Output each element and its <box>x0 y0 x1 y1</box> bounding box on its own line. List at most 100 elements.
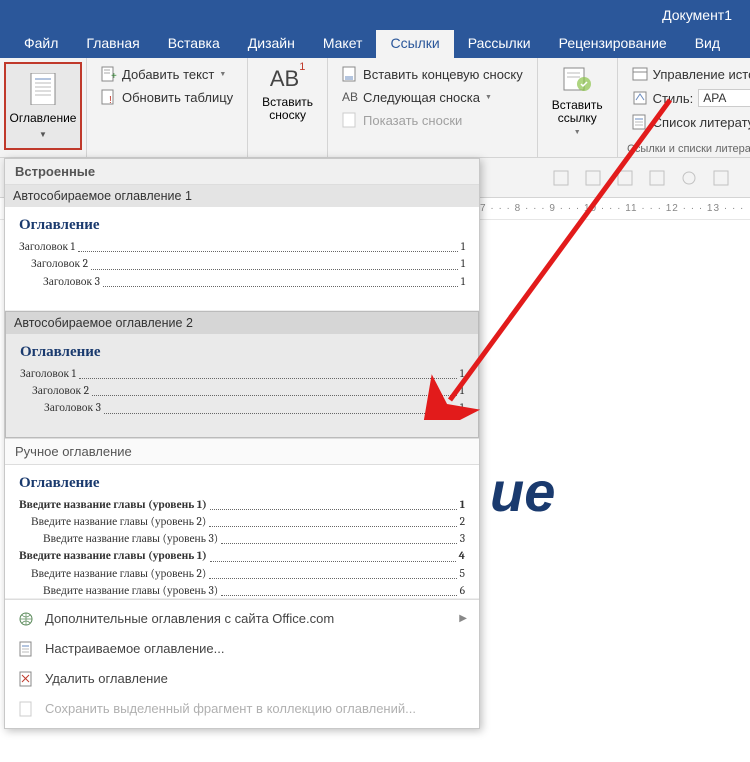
preview-line: Введите название главы (уровень 3)3 <box>19 530 465 547</box>
tab-макет[interactable]: Макет <box>309 30 377 58</box>
chevron-right-icon: ▶ <box>459 613 467 624</box>
preview-line: Заголовок 21 <box>20 382 464 399</box>
more-from-office-label: Дополнительные оглавления с сайта Office… <box>45 611 334 626</box>
qat-icon-1[interactable] <box>552 169 570 187</box>
more-from-office-item[interactable]: Дополнительные оглавления с сайта Office… <box>5 604 479 634</box>
preview-title: Оглавление <box>19 473 465 492</box>
toc-button[interactable]: Оглавление ▼ <box>4 62 82 150</box>
show-notes-icon <box>342 112 358 128</box>
style-label: Стиль: <box>653 91 694 106</box>
next-footnote-button[interactable]: AB Следующая сноска ▼ <box>338 87 527 107</box>
titlebar: Документ1 <box>0 0 750 30</box>
chevron-down-icon: ▼ <box>39 130 47 139</box>
preview-line: Введите название главы (уровень 3)6 <box>19 582 465 599</box>
remove-icon <box>17 670 35 688</box>
custom-toc-label: Настраиваемое оглавление... <box>45 641 224 656</box>
endnote-icon <box>342 66 358 82</box>
insert-link-label: Вставить ссылку <box>552 99 603 125</box>
show-notes-label: Показать сноски <box>363 113 462 128</box>
manage-sources-button[interactable]: Управление источ <box>628 64 750 84</box>
footnote-icon: AB1 <box>270 66 305 92</box>
preview-line: Введите название главы (уровень 1)1 <box>19 496 465 513</box>
toc-gallery-item-manual[interactable]: Оглавление Введите название главы (урове… <box>5 465 479 599</box>
qat-icon-6[interactable] <box>712 169 730 187</box>
insert-endnote-button[interactable]: Вставить концевую сноску <box>338 64 527 84</box>
toc-button-label: Оглавление <box>10 112 77 125</box>
tab-рассылки[interactable]: Рассылки <box>454 30 545 58</box>
ribbon-tabs: ФайлГлавнаяВставкаДизайнМакетСсылкиРассы… <box>0 30 750 58</box>
preview-line: Введите название главы (уровень 2)2 <box>19 513 465 530</box>
insert-footnote-label: Вставить сноску <box>262 96 313 122</box>
tab-рецензирование[interactable]: Рецензирование <box>545 30 681 58</box>
tab-файл[interactable]: Файл <box>10 30 72 58</box>
remove-toc-item[interactable]: Удалить оглавление <box>5 664 479 694</box>
insert-endnote-label: Вставить концевую сноску <box>363 67 523 82</box>
document-text-fragment: ие <box>480 459 555 524</box>
svg-text:!: ! <box>109 95 112 105</box>
update-table-button[interactable]: ! Обновить таблицу <box>97 87 237 107</box>
style-icon <box>632 90 648 106</box>
ribbon-group-label: Ссылки и списки литературы <box>624 141 750 155</box>
preview-line: Введите название главы (уровень 1)4 <box>19 547 465 564</box>
update-table-label: Обновить таблицу <box>122 90 233 105</box>
preview-lines-auto1: Заголовок 11Заголовок 21Заголовок 31 <box>19 238 465 290</box>
add-text-icon: + <box>101 66 117 82</box>
chevron-down-icon: ▼ <box>219 71 226 78</box>
document-area[interactable]: ие <box>480 220 750 762</box>
bibliography-icon <box>632 114 648 130</box>
document-icon <box>17 640 35 658</box>
dropdown-menu: Дополнительные оглавления с сайта Office… <box>5 599 479 728</box>
toc-dropdown: Встроенные Автособираемое оглавление 1 О… <box>4 158 480 729</box>
qat-icon-5[interactable] <box>680 169 698 187</box>
toc-icon <box>29 73 57 108</box>
ribbon: Оглавление ▼ + Добавить текст ▼ ! Обнови… <box>0 58 750 158</box>
bibliography-label: Список литературы <box>653 115 750 130</box>
add-text-button[interactable]: + Добавить текст ▼ <box>97 64 237 84</box>
tab-ссылки[interactable]: Ссылки <box>376 30 453 58</box>
svg-text:+: + <box>111 71 117 82</box>
preview-lines-auto2: Заголовок 11Заголовок 21Заголовок 31 <box>20 365 464 417</box>
update-table-icon: ! <box>101 89 117 105</box>
preview-line: Заголовок 11 <box>20 365 464 382</box>
chevron-down-icon: ▼ <box>574 129 581 136</box>
globe-icon <box>17 610 35 628</box>
tab-дизайн[interactable]: Дизайн <box>234 30 309 58</box>
preview-line: Введите название главы (уровень 2)5 <box>19 565 465 582</box>
preview-line: Заголовок 31 <box>19 273 465 290</box>
tab-вид[interactable]: Вид <box>681 30 734 58</box>
tab-вставка[interactable]: Вставка <box>154 30 234 58</box>
qat-icon-3[interactable] <box>616 169 634 187</box>
preview-title: Оглавление <box>19 215 465 234</box>
insert-footnote-button[interactable]: AB1 Вставить сноску <box>254 62 321 126</box>
preview-line: Заголовок 11 <box>19 238 465 255</box>
save-selection-item: Сохранить выделенный фрагмент в коллекци… <box>5 694 479 724</box>
show-notes-button[interactable]: Показать сноски <box>338 110 527 130</box>
next-footnote-label: Следующая сноска <box>363 90 480 105</box>
tab-главная[interactable]: Главная <box>72 30 153 58</box>
bibliography-button[interactable]: Список литературы <box>628 112 750 132</box>
custom-toc-item[interactable]: Настраиваемое оглавление... <box>5 634 479 664</box>
manage-sources-label: Управление источ <box>653 67 750 82</box>
chevron-down-icon: ▼ <box>485 94 492 101</box>
style-value[interactable]: APA <box>698 89 750 107</box>
manage-sources-icon <box>632 66 648 82</box>
save-selection-icon <box>17 700 35 718</box>
style-selector[interactable]: Стиль: APA <box>628 87 750 109</box>
toc-gallery-item-1[interactable]: Автособираемое оглавление 1 Оглавление З… <box>5 185 479 311</box>
document-name: Документ1 <box>662 7 732 23</box>
add-text-label: Добавить текст <box>122 67 214 82</box>
qat-icon-4[interactable] <box>648 169 666 187</box>
toc-gallery-item-1-title: Автособираемое оглавление 1 <box>5 185 479 207</box>
dropdown-manual-header: Ручное оглавление <box>5 438 479 465</box>
toc-gallery-item-2[interactable]: Автособираемое оглавление 2 Оглавление З… <box>5 311 479 438</box>
preview-line: Заголовок 21 <box>19 255 465 272</box>
preview-title: Оглавление <box>20 342 464 361</box>
citation-icon <box>562 66 592 95</box>
dropdown-builtin-header: Встроенные <box>5 159 479 185</box>
next-footnote-icon: AB <box>342 89 358 105</box>
preview-line: Заголовок 31 <box>20 399 464 416</box>
insert-link-button[interactable]: Вставить ссылку ▼ <box>544 62 611 140</box>
qat-icon-2[interactable] <box>584 169 602 187</box>
remove-toc-label: Удалить оглавление <box>45 671 168 686</box>
preview-lines-manual: Введите название главы (уровень 1)1Введи… <box>19 496 465 599</box>
